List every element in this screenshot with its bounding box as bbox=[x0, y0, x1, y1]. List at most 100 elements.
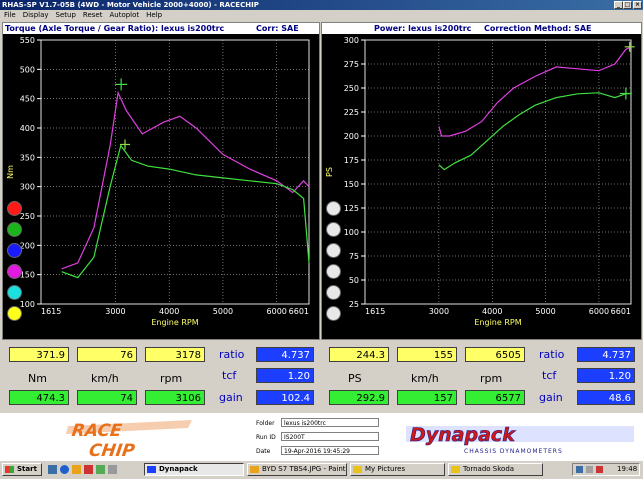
network-icon[interactable] bbox=[576, 466, 583, 473]
power-run-selector-0[interactable] bbox=[326, 201, 341, 216]
torque-readout-value: 371.9 bbox=[9, 347, 69, 362]
taskbar-item-tornado-skoda[interactable]: Tornado Skoda bbox=[448, 463, 543, 476]
window-title-bar: RHAS-SP V1.7-05B (4WD - Motor Vehicle 20… bbox=[0, 0, 643, 10]
torque-plot-frame bbox=[40, 39, 310, 305]
racechip-logo: RACE CHIP bbox=[60, 416, 200, 461]
date-value: 19-Apr-2016 19:45:29 bbox=[281, 446, 379, 455]
gain-label: gain bbox=[219, 391, 243, 404]
torque-y-axis-label: Nm bbox=[6, 165, 15, 179]
power-y-tick-label: 200 bbox=[344, 132, 359, 141]
app-icon[interactable] bbox=[96, 465, 105, 474]
dynapack-app-icon bbox=[147, 466, 156, 473]
power-run-selector-5[interactable] bbox=[326, 306, 341, 321]
torque-run-selector-4[interactable] bbox=[7, 285, 22, 300]
power-y-tick-label: 175 bbox=[344, 156, 359, 165]
unit-label-kmh: km/h bbox=[411, 372, 439, 385]
folder-app-icon bbox=[353, 466, 362, 473]
torque-x-axis-label: Engine RPM bbox=[151, 318, 198, 327]
browser-icon[interactable] bbox=[60, 465, 69, 474]
taskbar-item-dynapack[interactable]: Dynapack bbox=[144, 463, 244, 476]
minimize-button[interactable]: _ bbox=[614, 1, 623, 9]
torque-run-selector-2[interactable] bbox=[7, 243, 22, 258]
unit-label-kmh: km/h bbox=[91, 372, 119, 385]
start-button[interactable]: Start bbox=[2, 463, 42, 476]
speed-max-value: 74 bbox=[77, 390, 137, 405]
taskbar-item-label: My Pictures bbox=[365, 465, 406, 473]
power-panel-title: Power: lexus is200trc Correction Method:… bbox=[322, 23, 641, 34]
menu-file[interactable]: File bbox=[4, 11, 16, 19]
torque-run-selector-0[interactable] bbox=[7, 201, 22, 216]
app-icon[interactable] bbox=[84, 465, 93, 474]
svg-text:Dynapack: Dynapack bbox=[410, 424, 516, 446]
menu-help[interactable]: Help bbox=[146, 11, 162, 19]
folder-icon[interactable] bbox=[72, 465, 81, 474]
desktop-icon[interactable] bbox=[48, 465, 57, 474]
power-x-tick-label: 6000 bbox=[589, 307, 609, 316]
torque-panel-title: Torque (Axle Torque / Gear Ratio): lexus… bbox=[3, 23, 319, 34]
power-series-line-0 bbox=[438, 46, 632, 137]
tray-app-icon[interactable] bbox=[596, 466, 603, 473]
taskbar-item-my-pictures[interactable]: My Pictures bbox=[350, 463, 445, 476]
torque-x-tick-label: 3000 bbox=[105, 307, 125, 316]
torque-y-tick-label: 500 bbox=[20, 65, 35, 74]
tcf-label: tcf bbox=[222, 369, 237, 382]
unit-label-rpm: rpm bbox=[480, 372, 503, 385]
ratio-label: ratio bbox=[219, 348, 245, 361]
torque-chart: 550 500 450 400 350 300 250 200 150 100 1615 3000 40… bbox=[6, 36, 310, 327]
torque-run-selector-1[interactable] bbox=[7, 222, 22, 237]
torque-y-tick-label: 250 bbox=[20, 212, 35, 221]
power-y-tick-label: 75 bbox=[349, 252, 359, 261]
torque-panel: Torque (Axle Torque / Gear Ratio): lexus… bbox=[2, 22, 320, 340]
torque-max-value: 474.3 bbox=[9, 390, 69, 405]
folder-app-icon bbox=[451, 466, 460, 473]
tcf-value: 1.20 bbox=[256, 368, 314, 383]
rpm-max-value: 3106 bbox=[145, 390, 205, 405]
power-run-selector-4[interactable] bbox=[326, 285, 341, 300]
torque-y-tick-label: 200 bbox=[20, 241, 35, 250]
app-icon[interactable] bbox=[108, 465, 117, 474]
run-id-label: Run ID bbox=[256, 434, 276, 441]
power-y-tick-label: 125 bbox=[344, 204, 359, 213]
torque-y-tick-label: 300 bbox=[20, 183, 35, 192]
run-id-value: IS200T bbox=[281, 432, 379, 441]
power-y-tick-label: 25 bbox=[349, 300, 359, 309]
rpm-readout-value: 3178 bbox=[145, 347, 205, 362]
power-run-selector-3[interactable] bbox=[326, 264, 341, 279]
power-readout-value: 244.3 bbox=[329, 347, 389, 362]
rpm-max-value: 6577 bbox=[465, 390, 525, 405]
power-plot-frame bbox=[364, 39, 632, 305]
torque-y-tick-label: 150 bbox=[20, 271, 35, 280]
start-label: Start bbox=[17, 465, 37, 473]
power-y-tick-label: 275 bbox=[344, 60, 359, 69]
taskbar-item-paint[interactable]: BYD S7 TBS4.JPG - Paint bbox=[247, 463, 347, 476]
clock: 19:48 bbox=[617, 465, 638, 473]
torque-series-line-1 bbox=[61, 144, 310, 279]
power-y-tick-label: 100 bbox=[344, 228, 359, 237]
date-label: Date bbox=[256, 448, 271, 455]
volume-icon[interactable] bbox=[586, 466, 593, 473]
menu-autoplot[interactable]: Autoplot bbox=[109, 11, 139, 19]
folder-label: Folder bbox=[256, 420, 275, 427]
close-button[interactable]: × bbox=[633, 1, 642, 9]
power-x-tick-label: 3000 bbox=[429, 307, 449, 316]
power-run-selector-1[interactable] bbox=[326, 222, 341, 237]
power-run-selector-2[interactable] bbox=[326, 243, 341, 258]
unit-label-nm: Nm bbox=[28, 372, 47, 385]
menu-reset[interactable]: Reset bbox=[83, 11, 103, 19]
power-max-value: 292.9 bbox=[329, 390, 389, 405]
power-y-tick-label: 150 bbox=[344, 180, 359, 189]
maximize-button[interactable]: □ bbox=[623, 1, 632, 9]
torque-x-tick-label: 6000 bbox=[267, 307, 287, 316]
window-title: RHAS-SP V1.7-05B (4WD - Motor Vehicle 20… bbox=[2, 1, 259, 9]
menu-display[interactable]: Display bbox=[23, 11, 49, 19]
ratio-value: 4.737 bbox=[577, 347, 635, 362]
torque-y-tick-label: 400 bbox=[20, 124, 35, 133]
power-series-line-1 bbox=[438, 92, 632, 171]
speed-readout-value: 76 bbox=[77, 347, 137, 362]
torque-y-tick-label: 100 bbox=[20, 300, 35, 309]
torque-run-selector-5[interactable] bbox=[7, 306, 22, 321]
menu-setup[interactable]: Setup bbox=[56, 11, 76, 19]
rpm-readout-value: 6505 bbox=[465, 347, 525, 362]
taskbar: Start Dynapack BYD S7 TBS4.JPG - Paint M… bbox=[0, 460, 643, 479]
torque-run-selector-3[interactable] bbox=[7, 264, 22, 279]
